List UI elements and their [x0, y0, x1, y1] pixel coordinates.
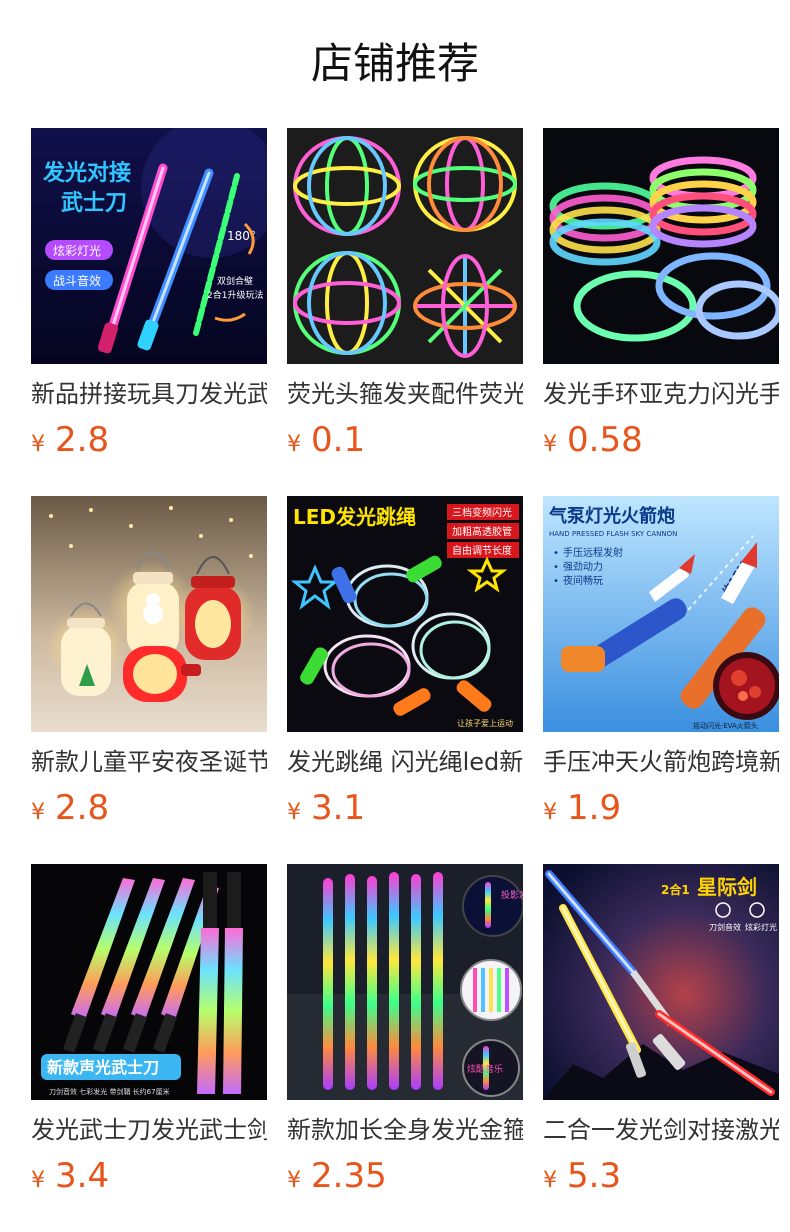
product-image[interactable]: 2合1 星际剑 刀剑音效 炫彩灯光: [543, 864, 779, 1100]
product-image[interactable]: LED发光跳绳 三档变频闪光 加粗高透胶管 自由调节长度 让孩子爱上运动: [287, 496, 523, 732]
product-card[interactable]: 新款儿童平安夜圣诞节礼物 ¥ 2.8: [31, 496, 267, 830]
product-image[interactable]: 发光对接 武士刀 炫彩灯光 战斗音效 180° 双剑合璧 2合1升级玩法: [31, 128, 267, 364]
product-price: ¥ 0.1: [287, 420, 523, 462]
svg-text:刀剑音效 七彩发光 带剑鞘 长约67厘米: 刀剑音效 七彩发光 带剑鞘 长约67厘米: [49, 1087, 170, 1096]
price-value: 2.8: [55, 788, 110, 828]
product-image[interactable]: 气泵灯光火箭炮 HAND PRESSED FLASH SKY CANNON • …: [543, 496, 779, 732]
section-title: 店铺推荐: [310, 39, 479, 88]
svg-text:双剑合璧: 双剑合璧: [217, 275, 253, 287]
svg-text:LED发光跳绳: LED发光跳绳: [293, 505, 416, 529]
product-image[interactable]: [31, 496, 267, 732]
product-price: ¥ 3.1: [287, 788, 523, 830]
svg-text:炫酷音乐: 炫酷音乐: [467, 1063, 503, 1075]
currency-symbol: ¥: [287, 1168, 301, 1193]
price-value: 3.1: [311, 788, 366, 828]
svg-text:星际剑: 星际剑: [697, 875, 757, 899]
product-card[interactable]: 发光手环亚克力闪光手镯 ¥ 0.58: [543, 128, 779, 462]
svg-text:炫彩灯光: 炫彩灯光: [53, 243, 101, 258]
currency-symbol: ¥: [287, 800, 301, 825]
svg-text:发光对接: 发光对接: [42, 160, 131, 186]
product-title[interactable]: 荧光头箍发夹配件荧光棒: [287, 378, 523, 410]
product-price: ¥ 2.8: [31, 788, 267, 830]
svg-text:加粗高透胶管: 加粗高透胶管: [452, 525, 512, 538]
currency-symbol: ¥: [543, 432, 557, 457]
svg-text:让孩子爱上运动: 让孩子爱上运动: [457, 718, 513, 728]
product-card[interactable]: 气泵灯光火箭炮 HAND PRESSED FLASH SKY CANNON • …: [543, 496, 779, 830]
svg-text:三档变频闪光: 三档变频闪光: [452, 506, 512, 519]
svg-text:2合1升级玩法: 2合1升级玩法: [207, 289, 263, 301]
svg-text:刀剑音效: 刀剑音效: [709, 922, 741, 932]
product-price: ¥ 0.58: [543, 420, 779, 462]
svg-text:2合1: 2合1: [661, 882, 690, 897]
product-title[interactable]: 发光手环亚克力闪光手镯: [543, 378, 779, 410]
svg-text:HAND PRESSED FLASH SKY CANNON: HAND PRESSED FLASH SKY CANNON: [549, 530, 677, 538]
product-title[interactable]: 发光跳绳 闪光绳led新款: [287, 746, 523, 778]
currency-symbol: ¥: [31, 432, 45, 457]
currency-symbol: ¥: [287, 432, 301, 457]
product-image[interactable]: [287, 128, 523, 364]
glow-bracelet-image: [543, 128, 779, 364]
glow-sword-image: 发光对接 武士刀 炫彩灯光 战斗音效 180° 双剑合璧 2合1升级玩法: [31, 128, 267, 364]
currency-symbol: ¥: [543, 800, 557, 825]
product-image[interactable]: 投影发光 炫酷音乐: [287, 864, 523, 1100]
svg-text:强劲动力: 强劲动力: [563, 560, 603, 573]
product-image[interactable]: [543, 128, 779, 364]
svg-text:武士刀: 武士刀: [61, 191, 127, 216]
svg-text:•: •: [553, 576, 559, 587]
svg-text:•: •: [553, 548, 559, 559]
price-value: 0.58: [567, 420, 643, 460]
christmas-lantern-image: [31, 496, 267, 732]
rocket-launcher-image: 气泵灯光火箭炮 HAND PRESSED FLASH SKY CANNON • …: [543, 496, 779, 732]
product-price: ¥ 3.4: [31, 1156, 267, 1198]
svg-text:炫彩灯光: 炫彩灯光: [745, 922, 777, 932]
product-card[interactable]: 荧光头箍发夹配件荧光棒 ¥ 0.1: [287, 128, 523, 462]
samurai-sword-image: 新款声光武士刀 刀剑音效 七彩发光 带剑鞘 长约67厘米: [31, 864, 267, 1100]
price-value: 2.35: [311, 1156, 387, 1196]
glow-ball-image: [287, 128, 523, 364]
svg-text:夜间畅玩: 夜间畅玩: [563, 574, 603, 587]
svg-text:自由调节长度: 自由调节长度: [452, 544, 512, 557]
glow-stick-image: 投影发光 炫酷音乐: [287, 864, 523, 1100]
svg-text:•: •: [553, 562, 559, 573]
price-value: 2.8: [55, 420, 110, 460]
currency-symbol: ¥: [31, 800, 45, 825]
product-title[interactable]: 新款加长全身发光金箍棒: [287, 1114, 523, 1146]
product-price: ¥ 2.35: [287, 1156, 523, 1198]
product-title[interactable]: 发光武士刀发光武士剑: [31, 1114, 267, 1146]
svg-text:手压远程发射: 手压远程发射: [563, 546, 623, 559]
product-title[interactable]: 手压冲天火箭炮跨境新款: [543, 746, 779, 778]
svg-text:摇动闪光·EVA火箭头: 摇动闪光·EVA火箭头: [693, 721, 758, 730]
svg-text:新款声光武士刀: 新款声光武士刀: [47, 1058, 159, 1077]
lightsaber-image: 2合1 星际剑 刀剑音效 炫彩灯光: [543, 864, 779, 1100]
product-card[interactable]: 2合1 星际剑 刀剑音效 炫彩灯光 二合一发光剑对接激光剑 ¥ 5.3: [543, 864, 779, 1198]
product-card[interactable]: 投影发光 炫酷音乐 新款加长全身发光金箍棒 ¥ 2.35: [287, 864, 523, 1198]
product-image[interactable]: 新款声光武士刀 刀剑音效 七彩发光 带剑鞘 长约67厘米: [31, 864, 267, 1100]
product-card[interactable]: 发光对接 武士刀 炫彩灯光 战斗音效 180° 双剑合璧 2合1升级玩法 新品拼…: [31, 128, 267, 462]
price-value: 1.9: [567, 788, 622, 828]
product-price: ¥ 1.9: [543, 788, 779, 830]
svg-text:战斗音效: 战斗音效: [53, 273, 101, 288]
product-card[interactable]: LED发光跳绳 三档变频闪光 加粗高透胶管 自由调节长度 让孩子爱上运动 发光跳…: [287, 496, 523, 830]
product-title[interactable]: 二合一发光剑对接激光剑: [543, 1114, 779, 1146]
product-price: ¥ 5.3: [543, 1156, 779, 1198]
product-price: ¥ 2.8: [31, 420, 267, 462]
svg-text:气泵灯光火箭炮: 气泵灯光火箭炮: [548, 505, 675, 527]
jump-rope-image: LED发光跳绳 三档变频闪光 加粗高透胶管 自由调节长度 让孩子爱上运动: [287, 496, 523, 732]
svg-text:投影发光: 投影发光: [501, 889, 523, 901]
product-title[interactable]: 新品拼接玩具刀发光武士刀: [31, 378, 267, 410]
price-value: 5.3: [567, 1156, 622, 1196]
product-title[interactable]: 新款儿童平安夜圣诞节礼物: [31, 746, 267, 778]
currency-symbol: ¥: [543, 1168, 557, 1193]
product-card[interactable]: 新款声光武士刀 刀剑音效 七彩发光 带剑鞘 长约67厘米 发光武士刀发光武士剑 …: [31, 864, 267, 1198]
price-value: 3.4: [55, 1156, 110, 1196]
currency-symbol: ¥: [31, 1168, 45, 1193]
price-value: 0.1: [311, 420, 366, 460]
